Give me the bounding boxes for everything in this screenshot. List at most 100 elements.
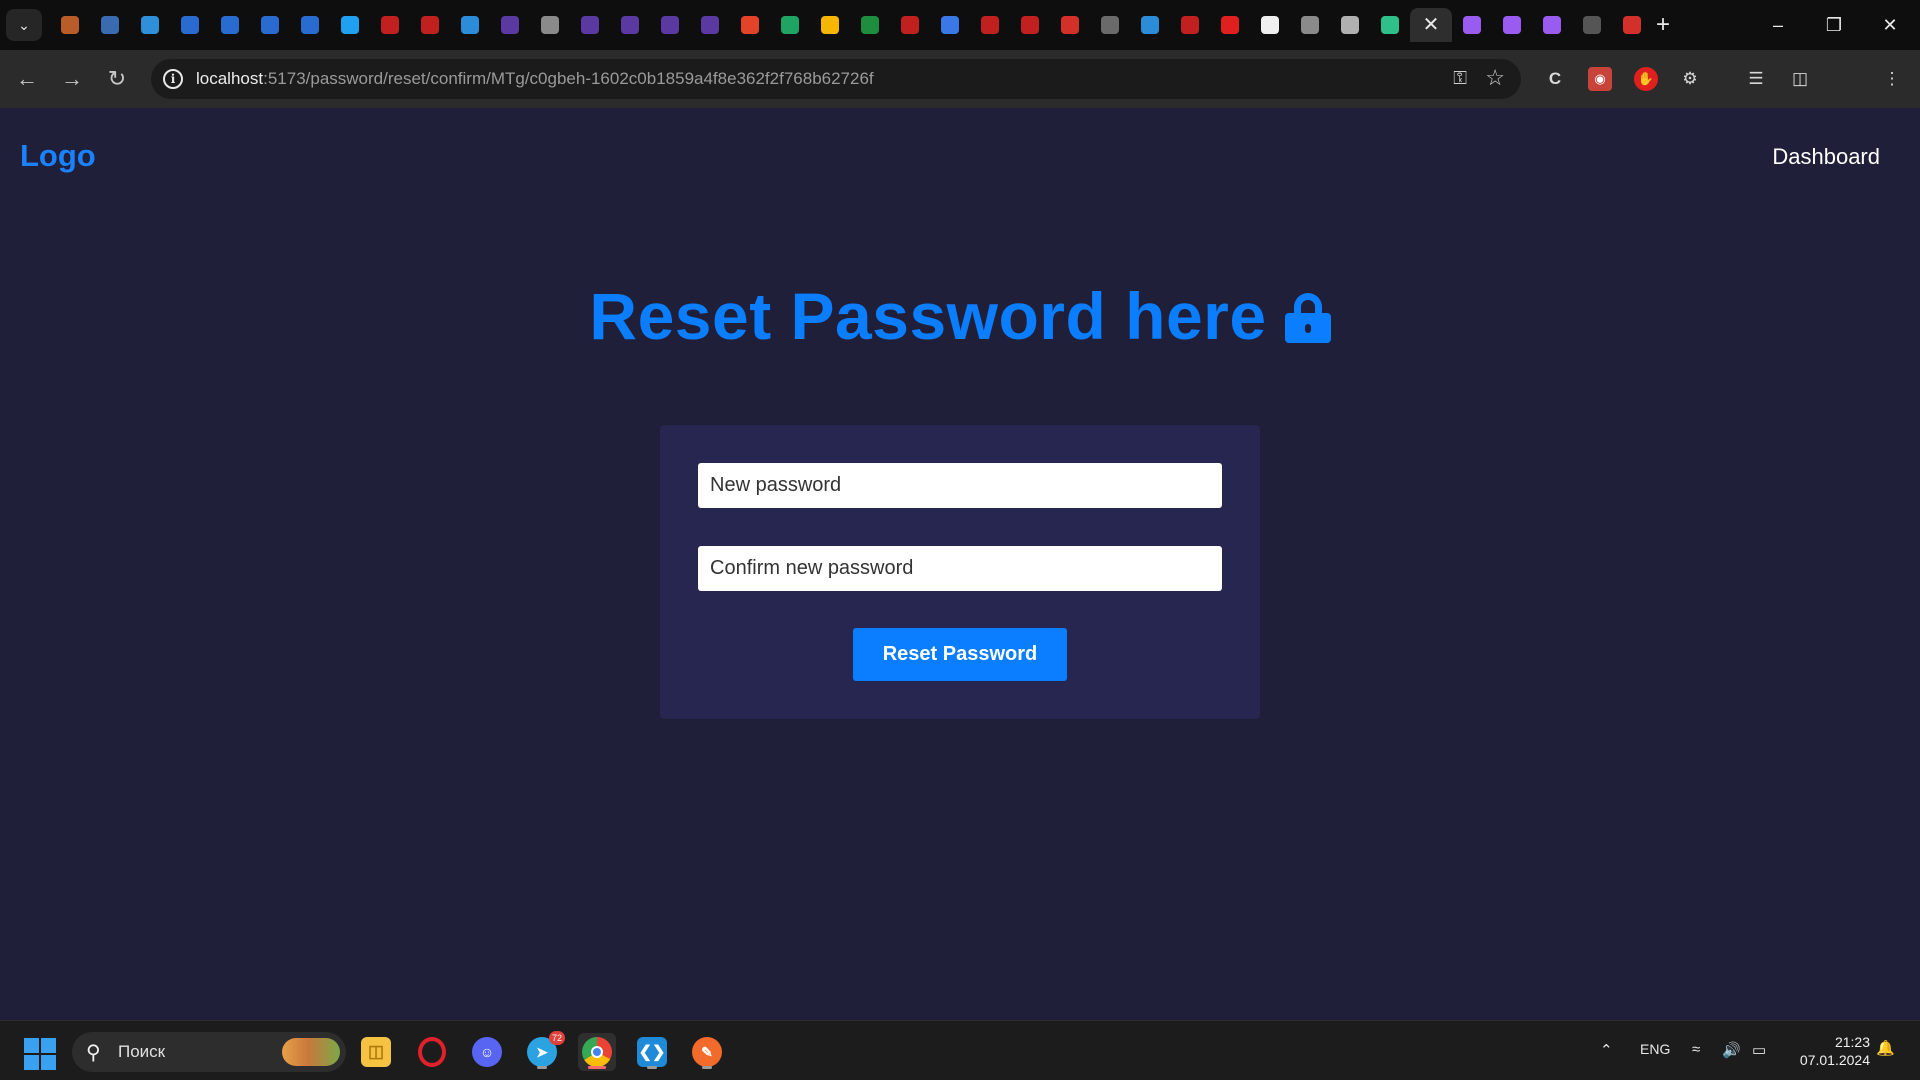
browser-tab[interactable] [130, 8, 170, 42]
browser-tab[interactable] [1370, 8, 1410, 42]
browser-tab[interactable] [1612, 8, 1652, 42]
back-icon[interactable]: ← [12, 64, 42, 94]
browser-tab[interactable] [1532, 8, 1572, 42]
page-title: Reset Password here [0, 278, 1920, 354]
minimize-icon[interactable]: – [1750, 0, 1806, 50]
battery-icon[interactable]: ▭ [1752, 1041, 1766, 1059]
new-tab-button[interactable]: + [1648, 8, 1678, 42]
browser-tab[interactable] [1170, 8, 1210, 42]
browser-tab[interactable] [1572, 8, 1612, 42]
browser-tab[interactable] [1210, 8, 1250, 42]
browser-tab[interactable] [890, 8, 930, 42]
github-icon [1583, 16, 1601, 34]
reset-password-button[interactable]: Reset Password [853, 628, 1067, 681]
browser-tab[interactable] [1290, 8, 1330, 42]
browser-tab[interactable] [1090, 8, 1130, 42]
postman-icon[interactable]: ✎ [688, 1033, 726, 1071]
volume-icon[interactable]: 🔊 [1722, 1041, 1741, 1059]
browser-tab[interactable] [850, 8, 890, 42]
site-logo[interactable]: Logo [20, 138, 96, 174]
site-info-icon[interactable]: i [163, 69, 183, 89]
graphql-icon [701, 16, 719, 34]
vk-icon [261, 16, 279, 34]
browser-tab[interactable] [690, 8, 730, 42]
browser-menu-icon[interactable]: ⋮ [1880, 67, 1904, 91]
graphql-icon [501, 16, 519, 34]
graphql-icon [661, 16, 679, 34]
windows-start-icon[interactable] [24, 1038, 56, 1070]
browser-tab-active[interactable]: ✕ [1410, 8, 1452, 42]
wifi-icon[interactable]: ≈ [1692, 1041, 1700, 1058]
browser-tab[interactable] [930, 8, 970, 42]
globe-icon [541, 16, 559, 34]
extension-hand-icon[interactable]: ✋ [1634, 67, 1658, 91]
browser-tab[interactable] [1250, 8, 1290, 42]
keyboard-language[interactable]: ENG [1640, 1041, 1670, 1057]
tab-close-icon[interactable]: ✕ [1423, 15, 1440, 35]
browser-tab[interactable] [50, 8, 90, 42]
tray-chevron-up-icon[interactable]: ⌃ [1600, 1041, 1613, 1059]
browser-tab[interactable] [810, 8, 850, 42]
swirl-icon [461, 16, 479, 34]
browser-tab[interactable] [410, 8, 450, 42]
extensions-puzzle-icon[interactable]: ⚙ [1678, 67, 1702, 91]
system-clock[interactable]: 21:23 07.01.2024 [1800, 1033, 1870, 1069]
browser-tab[interactable] [250, 8, 290, 42]
browser-tab[interactable] [210, 8, 250, 42]
globe-icon [1301, 16, 1319, 34]
telegram-icon[interactable]: ➤ 72 [523, 1031, 565, 1071]
side-panel-icon[interactable]: ◫ [1788, 67, 1812, 91]
browser-tab[interactable] [1452, 8, 1492, 42]
tab-search-chevron-icon[interactable]: ⌄ [6, 9, 42, 41]
browser-tab[interactable] [1492, 8, 1532, 42]
browser-tab[interactable] [1130, 8, 1170, 42]
browser-tab[interactable] [530, 8, 570, 42]
url-text[interactable]: localhost:5173/password/reset/confirm/MT… [196, 69, 874, 89]
browser-tab[interactable] [490, 8, 530, 42]
browser-tab[interactable] [290, 8, 330, 42]
password-key-icon[interactable]: ⚿ [1453, 68, 1467, 89]
discord-icon[interactable]: ☺ [468, 1033, 506, 1071]
browser-tab[interactable] [330, 8, 370, 42]
chrome-icon[interactable] [578, 1033, 616, 1071]
new-password-input[interactable] [698, 463, 1222, 508]
taskbar-search[interactable]: ⚲ Поиск [72, 1032, 346, 1072]
notifications-bell-icon[interactable]: 🔔 [1876, 1039, 1895, 1057]
taskbar-search-label: Поиск [118, 1042, 166, 1061]
restore-icon[interactable]: ❐ [1806, 0, 1862, 50]
drive-icon [781, 16, 799, 34]
extension-red-icon[interactable]: ◉ [1588, 67, 1612, 91]
file-explorer-icon[interactable]: ◫ [357, 1033, 395, 1071]
web-page: Logo Dashboard Reset Password here Reset… [0, 108, 1920, 1020]
browser-tab[interactable] [770, 8, 810, 42]
vscode-icon[interactable]: ❮❯ [633, 1033, 671, 1071]
browser-tab[interactable] [730, 8, 770, 42]
forward-icon[interactable]: → [57, 64, 87, 94]
window-close-icon[interactable]: ✕ [1862, 0, 1918, 50]
browser-tab[interactable] [170, 8, 210, 42]
address-bar[interactable]: i localhost:5173/password/reset/confirm/… [151, 59, 1521, 99]
browser-tab[interactable] [450, 8, 490, 42]
browser-tab[interactable] [610, 8, 650, 42]
reload-icon[interactable]: ↻ [102, 64, 132, 94]
media-controls-icon[interactable]: ☰ [1744, 67, 1768, 91]
browser-tab[interactable] [90, 8, 130, 42]
acrobat-icon [1623, 16, 1641, 34]
browser-tab[interactable] [1010, 8, 1050, 42]
vk-icon [221, 16, 239, 34]
browser-tab[interactable] [1330, 8, 1370, 42]
photos-icon [61, 16, 79, 34]
opera-icon[interactable] [413, 1033, 451, 1071]
swirl-icon [1141, 16, 1159, 34]
youtube-icon [981, 16, 999, 34]
confirm-password-input[interactable] [698, 546, 1222, 591]
browser-tab[interactable] [570, 8, 610, 42]
browser-tab[interactable] [970, 8, 1010, 42]
browser-tab[interactable] [370, 8, 410, 42]
browser-tab[interactable] [650, 8, 690, 42]
nav-dashboard-link[interactable]: Dashboard [1772, 144, 1880, 170]
docs-icon [941, 16, 959, 34]
browser-tab[interactable] [1050, 8, 1090, 42]
bookmark-star-icon[interactable]: ☆ [1485, 65, 1505, 91]
extension-c-icon[interactable]: C [1543, 67, 1567, 91]
